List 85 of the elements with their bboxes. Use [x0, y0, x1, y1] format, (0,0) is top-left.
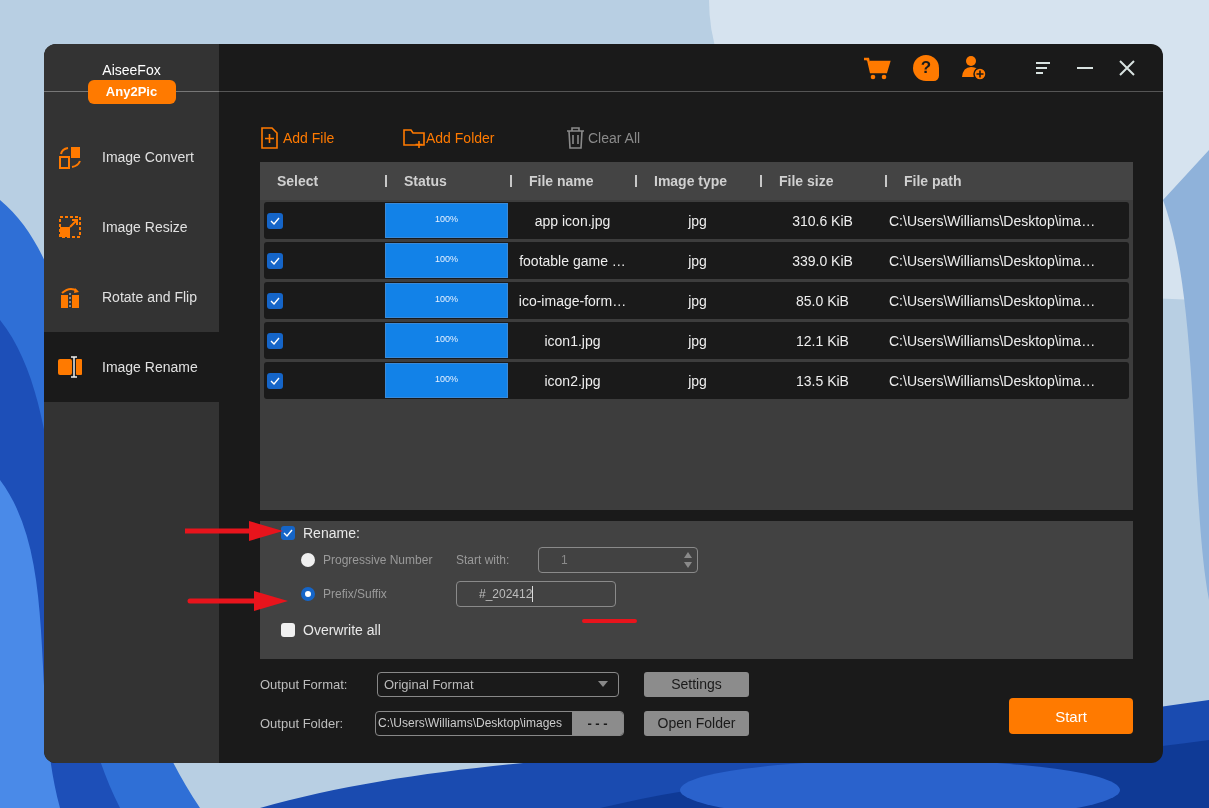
progress-text: 100% [434, 293, 459, 306]
product-badge: Any2Pic [87, 80, 176, 104]
cart-icon [863, 55, 891, 80]
sidebar-item[interactable]: Image Convert [44, 122, 219, 192]
checkbox[interactable] [281, 623, 295, 637]
checkbox-label: Rename: [303, 525, 360, 541]
radio-button[interactable] [301, 587, 315, 601]
progress-text: 100% [434, 213, 459, 226]
check-icon [270, 296, 280, 305]
check-icon [270, 256, 280, 265]
resize-icon [58, 215, 82, 239]
table-cell-text: C:\Users\Williams\Desktop\ima… [888, 212, 1097, 229]
trash-icon [565, 127, 587, 149]
add-folder-icon [403, 127, 425, 149]
field-label: Output Folder: [260, 715, 345, 731]
sidebar-item[interactable]: Image Resize [44, 192, 219, 262]
progress-text: 100% [434, 373, 459, 386]
row-checkbox[interactable] [267, 332, 283, 349]
sidebar-item[interactable]: Image Rename [44, 332, 219, 402]
table-row[interactable]: 100% app icon.jpg jpg 310.6 KiB C:\Users\Williams\Desktop\ima… [264, 202, 1129, 239]
table-cell-text: jpg [687, 292, 708, 309]
check-icon [270, 376, 280, 385]
radio-button[interactable] [301, 553, 315, 567]
annotation-underline [582, 619, 637, 623]
sidebar-item[interactable]: Rotate and Flip [44, 262, 219, 332]
toolbar-button[interactable]: Add Folder [403, 127, 565, 149]
table-cell-text: C:\Users\Williams\Desktop\ima… [888, 332, 1097, 349]
table-cell-text: jpg [687, 332, 708, 349]
table-row[interactable]: 100% ico-image-form… jpg 85.0 KiB C:\Users\Williams\Desktop\ima… [264, 282, 1129, 319]
check-icon [270, 216, 280, 225]
column-header[interactable]: Select [277, 173, 319, 189]
spinner-icon [683, 551, 693, 569]
row-checkbox[interactable] [267, 292, 283, 309]
field-label: Start with: [456, 553, 511, 567]
add-user-icon [961, 54, 987, 81]
check-icon [283, 529, 293, 537]
row-checkbox[interactable] [267, 212, 283, 229]
check-icon [270, 336, 280, 345]
table-cell-text: C:\Users\Williams\Desktop\ima… [888, 292, 1097, 309]
table-row[interactable]: 100% icon1.jpg jpg 12.1 KiB C:\Users\Williams\Desktop\ima… [264, 322, 1129, 359]
brand-name: AiseeFox [102, 62, 161, 78]
checkbox[interactable] [281, 526, 295, 540]
row-checkbox[interactable] [267, 252, 283, 269]
dropdown-arrow-icon [598, 681, 608, 687]
table-row[interactable]: 100% footable game … jpg 339.0 KiB C:\Users\Williams\Desktop\ima… [264, 242, 1129, 279]
table-cell-text: ico-image-form… [517, 292, 628, 309]
table-cell-text: footable game … [518, 252, 627, 269]
column-header[interactable]: Status [404, 173, 447, 189]
table-row[interactable]: 100% icon2.jpg jpg 13.5 KiB C:\Users\Williams\Desktop\ima… [264, 362, 1129, 399]
table-cell-text: 12.1 KiB [795, 332, 850, 349]
table-cell-text: 13.5 KiB [795, 372, 850, 389]
rename-icon [58, 355, 82, 379]
toolbar-button[interactable]: Add File [260, 127, 403, 149]
column-header[interactable]: File name [529, 173, 594, 189]
format-dropdown[interactable]: Original Format [377, 671, 619, 697]
table-cell-text: 339.0 KiB [791, 252, 854, 269]
column-header[interactable]: Image type [654, 173, 728, 189]
table-cell-text: C:\Users\Williams\Desktop\ima… [888, 252, 1097, 269]
column-header[interactable]: File path [904, 173, 962, 189]
text-field[interactable]: #_202412 [456, 581, 616, 607]
progress-text: 100% [434, 333, 459, 346]
row-checkbox[interactable] [267, 372, 283, 389]
open-folder-button[interactable]: Open Folder [644, 710, 749, 736]
field-label: Output Format: [260, 676, 349, 692]
radio-label: Prefix/Suffix [323, 587, 388, 601]
rotate-icon [58, 285, 82, 309]
table-cell-text: app icon.jpg [533, 212, 612, 229]
table-cell-text: icon1.jpg [543, 332, 602, 349]
table-cell-text: icon2.jpg [543, 372, 602, 389]
table-cell-text: jpg [687, 372, 708, 389]
convert-icon [58, 145, 82, 169]
menu-icon [1035, 60, 1051, 75]
table-cell-text: 85.0 KiB [795, 292, 850, 309]
table-cell-text: jpg [687, 252, 708, 269]
minimize-icon [1077, 66, 1093, 69]
column-header[interactable]: File size [779, 173, 834, 189]
checkbox-label: Overwrite all [303, 622, 381, 638]
help-icon[interactable]: ? [913, 54, 939, 81]
settings-button[interactable]: Settings [644, 671, 749, 697]
table-cell-text: 310.6 KiB [791, 212, 854, 229]
table-cell-text: jpg [687, 212, 708, 229]
table-cell-text: C:\Users\Williams\Desktop\ima… [888, 372, 1097, 389]
progress-text: 100% [434, 253, 459, 266]
close-icon [1119, 59, 1135, 76]
radio-label: Progressive Number [323, 553, 434, 567]
